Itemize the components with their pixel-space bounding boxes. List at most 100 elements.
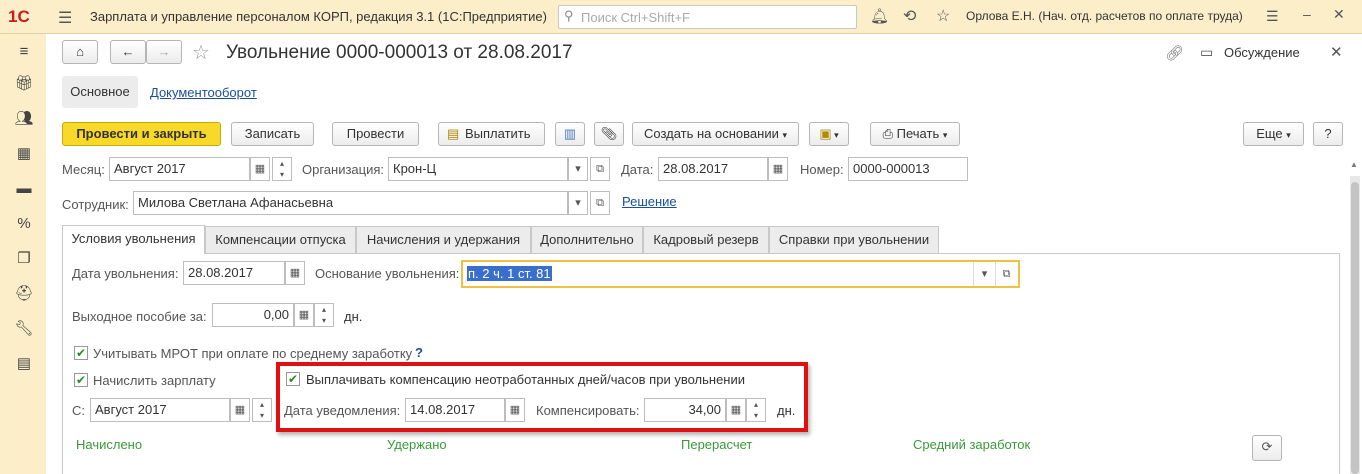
from-stepper[interactable]: ▴ ▾ [252, 398, 272, 422]
minimize-icon[interactable]: – [1303, 6, 1311, 22]
journal-button[interactable]: ▥ [555, 122, 585, 146]
chevron-down-icon[interactable]: ▾ [568, 157, 588, 181]
user-name[interactable]: Орлова Е.Н. (Нач. отд. расчетов по оплат… [966, 9, 1243, 23]
search-icon: ⚲ [564, 8, 574, 23]
tab-vacation-comp[interactable]: Компенсации отпуска [205, 226, 356, 253]
percent-icon[interactable]: % [14, 214, 34, 234]
open-icon[interactable]: ⧉ [995, 262, 1017, 286]
forward-button[interactable]: → [146, 40, 182, 64]
back-button[interactable]: ← [110, 40, 146, 64]
app-logo[interactable]: 1С [8, 7, 30, 27]
month-field[interactable]: Август 2017 [109, 157, 250, 181]
calendar-icon[interactable]: ▦ [285, 261, 305, 285]
more-button[interactable]: Еще ▾ [1243, 122, 1304, 146]
refresh-button[interactable]: ⟳ [1252, 435, 1282, 461]
from-label: С: [72, 403, 85, 418]
printer-icon: ⎙ [882, 126, 894, 141]
nav-main[interactable]: Основное [62, 76, 138, 108]
month-label: Месяц: [62, 162, 105, 177]
employee-field[interactable]: Милова Светлана Афанасьевна [133, 191, 568, 215]
dismiss-date-label: Дата увольнения: [72, 266, 179, 281]
create-based-button[interactable]: Создать на основании ▾ [632, 122, 799, 146]
mrot-help-icon[interactable]: ? [415, 345, 423, 360]
tab-additional[interactable]: Дополнительно [531, 226, 643, 253]
calculator-icon[interactable]: ▦ [726, 398, 746, 422]
comp-unit: дн. [777, 403, 796, 418]
menu-icon[interactable]: ☰ [1266, 8, 1279, 25]
tab-reserve[interactable]: Кадровый резерв [643, 226, 769, 253]
documents-icon[interactable]: ❐ [14, 249, 34, 269]
calendar-icon[interactable]: ▦ [250, 157, 270, 181]
pay-icon: ▤ [447, 126, 460, 141]
calendar-icon[interactable]: ▦ [230, 398, 250, 422]
card-icon[interactable]: ▬ [14, 179, 34, 199]
nav-docflow[interactable]: Документооборот [150, 85, 257, 100]
from-field[interactable]: Август 2017 [90, 398, 230, 422]
tab-accruals[interactable]: Начисления и удержания [356, 226, 531, 253]
comp-stepper[interactable]: ▴ ▾ [746, 398, 766, 422]
people-icon[interactable]: 👥︎ [14, 109, 34, 129]
basis-field[interactable]: п. 2 ч. 1 ст. 81 [461, 260, 1020, 288]
date-field[interactable]: 28.08.2017 [658, 157, 768, 181]
calendar-icon[interactable]: ▦ [505, 398, 525, 422]
open-icon[interactable]: ⧉ [590, 191, 610, 215]
tab-conditions[interactable]: Условия увольнения [62, 225, 205, 254]
history-icon[interactable]: ⟲ [903, 6, 916, 26]
comp-label: Компенсировать: [536, 403, 640, 418]
chevron-down-icon[interactable]: ▾ [973, 262, 995, 286]
close-form-icon[interactable]: ✕ [1330, 43, 1343, 61]
section-recalc: Перерасчет [681, 437, 753, 452]
discussion-icon[interactable]: ▭ [1200, 44, 1213, 61]
section-accrued: Начислено [76, 437, 143, 452]
calculator-icon[interactable]: ▦ [14, 144, 34, 164]
tab-certificates[interactable]: Справки при увольнении [769, 226, 939, 253]
save-button[interactable]: Записать [231, 122, 314, 146]
help-button[interactable]: ? [1313, 122, 1343, 146]
notice-date-field[interactable]: 14.08.2017 [405, 398, 505, 422]
mrot-checkbox[interactable]: ✔ [74, 346, 88, 360]
attach-button[interactable]: 📎︎ [594, 122, 624, 146]
id-card-icon[interactable]: ▤ [14, 354, 34, 374]
dismiss-date-field[interactable]: 28.08.2017 [183, 261, 285, 285]
close-window-icon[interactable]: ✕ [1333, 6, 1345, 23]
organization-label: Организация: [302, 162, 385, 177]
star-icon[interactable]: ☆ [936, 6, 950, 26]
calculator-icon[interactable]: ▦ [294, 303, 314, 327]
gift-icon[interactable]: 🎁︎ [14, 74, 34, 94]
helmet-icon[interactable]: ⛑︎ [14, 284, 34, 304]
chevron-down-icon[interactable]: ▾ [568, 191, 588, 215]
link-icon[interactable]: 🔗︎ [1165, 44, 1184, 62]
menu-icon[interactable]: ≡ [14, 42, 34, 62]
pay-button[interactable]: ▤ Выплатить [438, 122, 545, 146]
organization-field[interactable]: Крон-Ц [388, 157, 568, 181]
section-withheld: Удержано [387, 437, 447, 452]
decision-link[interactable]: Решение [622, 194, 677, 209]
print-label: Печать [896, 126, 940, 141]
compensate-checkbox[interactable]: ✔ [286, 372, 300, 386]
bell-icon[interactable]: 🔔︎ [870, 7, 889, 25]
wrench-icon[interactable]: 🔧︎ [14, 319, 34, 339]
comp-field[interactable]: 34,00 [644, 398, 726, 422]
calendar-icon[interactable]: ▦ [768, 157, 788, 181]
favorite-star-icon[interactable]: ☆ [192, 40, 210, 65]
severance-stepper[interactable]: ▴ ▾ [314, 303, 334, 327]
hamburger-icon[interactable]: ☰ [58, 8, 72, 28]
post-button[interactable]: Провести [332, 122, 419, 146]
number-field[interactable]: 0000-000013 [848, 157, 968, 181]
print-button[interactable]: ⎙ Печать ▾ [870, 122, 960, 146]
discussion-link[interactable]: Обсуждение [1224, 45, 1300, 60]
search-input[interactable]: ⚲ Поиск Ctrl+Shift+F [558, 5, 857, 29]
scrollbar-thumb[interactable] [1351, 182, 1359, 474]
month-stepper[interactable]: ▴ ▾ [272, 157, 292, 181]
accrue-checkbox[interactable]: ✔ [74, 373, 88, 387]
post-and-close-button[interactable]: Провести и закрыть [62, 122, 221, 146]
home-button[interactable]: ⌂ [62, 40, 98, 64]
severance-unit: дн. [344, 309, 363, 324]
open-icon[interactable]: ⧉ [590, 157, 610, 181]
compensate-label: Выплачивать компенсацию неотработанных д… [306, 372, 746, 387]
section-average: Средний заработок [913, 437, 1031, 452]
severance-field[interactable]: 0,00 [212, 303, 294, 327]
reports-button[interactable]: ▣ ▾ [809, 122, 849, 146]
basis-label: Основание увольнения: [315, 266, 460, 281]
scroll-up-icon[interactable]: ▲ [1350, 160, 1358, 169]
